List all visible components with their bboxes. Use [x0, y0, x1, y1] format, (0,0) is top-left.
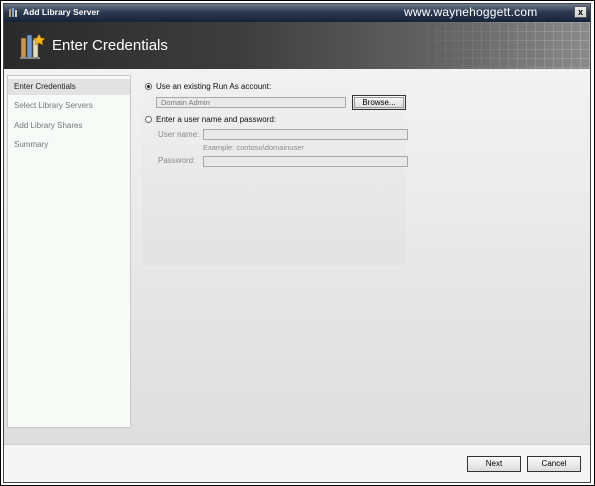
password-label: Password:: [158, 156, 196, 165]
browse-button-label: Browse...: [362, 98, 396, 107]
browse-button[interactable]: Browse...: [352, 95, 406, 110]
existing-account-radio[interactable]: [145, 83, 152, 90]
manual-credentials-radio[interactable]: [145, 116, 152, 123]
password-input[interactable]: [203, 156, 408, 167]
wizard-header: Enter Credentials: [4, 22, 590, 69]
run-as-account-field[interactable]: Domain Admin: [156, 97, 346, 108]
close-button[interactable]: x: [574, 6, 587, 18]
window-title: Add Library Server: [23, 7, 100, 17]
manual-credentials-label[interactable]: Enter a user name and password:: [156, 115, 276, 124]
wizard-footer: Next Cancel: [4, 444, 590, 482]
sidebar-item-enter-credentials[interactable]: Enter Credentials: [8, 79, 130, 95]
next-button[interactable]: Next: [467, 456, 521, 472]
credentials-panel: Use an existing Run As account: Domain A…: [142, 79, 408, 265]
sidebar-item-select-library-servers[interactable]: Select Library Servers: [8, 98, 130, 114]
username-label: User name:: [158, 130, 200, 139]
title-bar[interactable]: Add Library Server www.waynehoggett.com …: [4, 4, 590, 22]
sidebar-item-summary[interactable]: Summary: [8, 137, 130, 153]
watermark-text: www.waynehoggett.com: [404, 5, 538, 19]
close-icon: x: [577, 7, 583, 17]
library-books-icon: [20, 33, 45, 59]
sidebar-item-add-library-shares[interactable]: Add Library Shares: [8, 118, 130, 134]
wizard-steps-sidebar: Enter Credentials Select Library Servers…: [7, 75, 131, 428]
username-example-hint: Example: contoso\domainuser: [203, 143, 304, 152]
library-server-icon: [9, 8, 17, 17]
page-title: Enter Credentials: [52, 37, 168, 54]
cancel-button-label: Cancel: [541, 459, 567, 468]
username-input[interactable]: [203, 129, 408, 140]
next-button-label: Next: [485, 459, 503, 468]
cancel-button[interactable]: Cancel: [527, 456, 581, 472]
header-grid-decoration: [400, 22, 590, 69]
wizard-content: Enter Credentials Select Library Servers…: [4, 69, 590, 444]
screenshot-frame: Add Library Server www.waynehoggett.com …: [0, 0, 595, 486]
existing-account-label[interactable]: Use an existing Run As account:: [156, 82, 271, 91]
dialog-window: Add Library Server www.waynehoggett.com …: [3, 3, 591, 483]
